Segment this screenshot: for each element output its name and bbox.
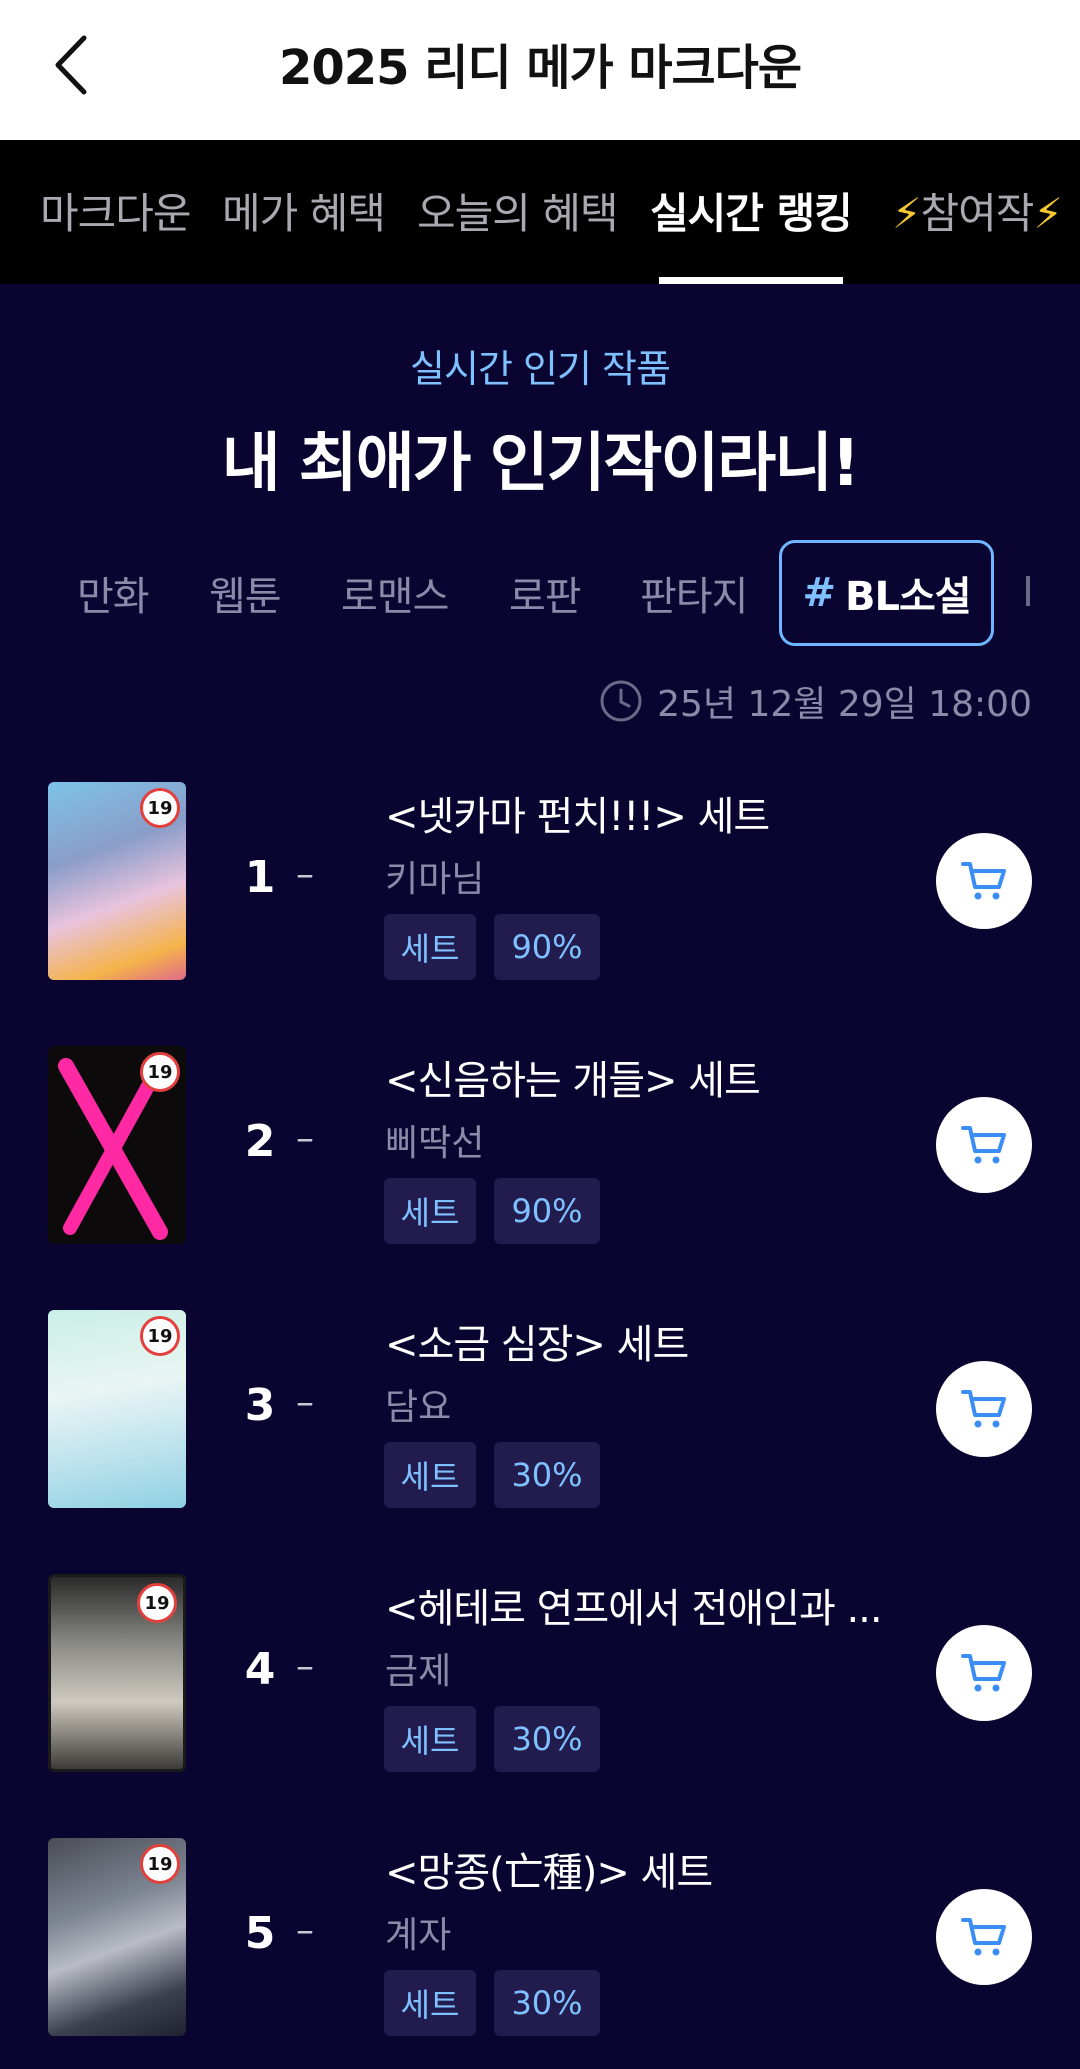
ranking-row[interactable]: 19 3 – <소금 심장> 세트 담요 세트 30% [0, 1310, 1080, 1510]
category-romance[interactable]: 로맨스 [341, 564, 449, 622]
rank-change: – [296, 1382, 314, 1423]
lightning-icon: ⚡ [892, 189, 921, 238]
section-subtitle: 실시간 인기 작품 [410, 347, 671, 391]
tab-participating-works[interactable]: ⚡참여작⚡ [892, 180, 1063, 241]
book-cover[interactable]: 19 [48, 1046, 186, 1244]
book-cover[interactable]: 19 [48, 1310, 186, 1508]
tab-realtime-ranking[interactable]: 실시간 랭킹 [650, 180, 853, 241]
add-to-cart-button[interactable] [936, 1889, 1032, 1985]
section-title: 내 최애가 인기작이라니! [221, 427, 861, 501]
tab-mega-benefits[interactable]: 메가 혜택 [222, 180, 386, 241]
category-webtoon[interactable]: 웹툰 [209, 564, 282, 622]
add-to-cart-button[interactable] [936, 833, 1032, 929]
clock-icon [600, 680, 642, 722]
cart-icon [961, 1390, 1006, 1428]
rank-number: 4 [244, 1644, 276, 1695]
book-title[interactable]: <헤테로 연프에서 전애인과 ... [385, 1576, 885, 1634]
tab-today-benefits[interactable]: 오늘의 혜택 [417, 180, 619, 241]
page-title: 2025 리디 메가 마크다운 [278, 40, 802, 96]
book-cover[interactable]: 19 [48, 782, 186, 980]
lightning-icon: ⚡ [1033, 189, 1062, 238]
set-tag: 세트 [384, 914, 476, 980]
tab-markdown[interactable]: 마크다운 [40, 180, 192, 241]
ranking-timestamp: 25년 12월 29일 18:00 [599, 678, 1032, 725]
ranking-row[interactable]: 19 1 – <넷카마 펀치!!!> 세트 키마님 세트 90% [0, 782, 1080, 982]
book-author: 계자 [385, 1915, 452, 1956]
category-overflow-indicator [1026, 576, 1030, 606]
category-comics[interactable]: 만화 [77, 564, 150, 622]
book-author: 키마님 [385, 859, 485, 900]
category-bl-novel[interactable]: # BL소설 [779, 540, 994, 646]
ranking-row[interactable]: 19 5 – <망종(亡種)> 세트 계자 세트 30% [0, 1838, 1080, 2038]
hash-symbol: # [802, 570, 836, 616]
discount-tag: 30% [494, 1442, 600, 1508]
tab-participating-label: 참여작 [920, 189, 1035, 238]
cart-icon [961, 1918, 1006, 1956]
book-title[interactable]: <넷카마 펀치!!!> 세트 [385, 784, 885, 842]
category-romance-fantasy[interactable]: 로판 [509, 564, 582, 622]
cart-icon [961, 1126, 1006, 1164]
rank-number: 3 [244, 1380, 276, 1431]
book-author: 금제 [385, 1651, 452, 1692]
discount-tag: 30% [494, 1706, 600, 1772]
category-bl-novel-label: BL소설 [844, 574, 972, 620]
rank-number: 2 [244, 1116, 276, 1167]
age-19-badge: 19 [140, 1316, 180, 1356]
set-tag: 세트 [384, 1706, 476, 1772]
book-title[interactable]: <망종(亡種)> 세트 [385, 1840, 885, 1898]
cart-icon [961, 862, 1006, 900]
set-tag: 세트 [384, 1178, 476, 1244]
discount-tag: 30% [494, 1970, 600, 2036]
ranking-row[interactable]: 19 4 – <헤테로 연프에서 전애인과 ... 금제 세트 30% [0, 1574, 1080, 1774]
book-author: 담요 [385, 1387, 452, 1428]
discount-tag: 90% [494, 1178, 600, 1244]
rank-change: – [296, 854, 314, 895]
rank-change: – [296, 1118, 314, 1159]
category-fantasy[interactable]: 판타지 [640, 564, 748, 622]
age-19-badge: 19 [140, 1052, 180, 1092]
add-to-cart-button[interactable] [936, 1625, 1032, 1721]
ranking-row[interactable]: 19 2 – <신음하는 개들> 세트 삐딱선 세트 90% [0, 1046, 1080, 1246]
book-title[interactable]: <소금 심장> 세트 [385, 1312, 885, 1370]
age-19-badge: 19 [137, 1583, 177, 1623]
add-to-cart-button[interactable] [936, 1361, 1032, 1457]
book-title[interactable]: <신음하는 개들> 세트 [385, 1048, 885, 1106]
cart-icon [961, 1654, 1006, 1692]
book-cover[interactable]: 19 [48, 1574, 186, 1772]
set-tag: 세트 [384, 1442, 476, 1508]
add-to-cart-button[interactable] [936, 1097, 1032, 1193]
rank-number: 1 [244, 852, 276, 903]
discount-tag: 90% [494, 914, 600, 980]
set-tag: 세트 [384, 1970, 476, 2036]
book-author: 삐딱선 [385, 1123, 485, 1164]
top-app-bar: 2025 리디 메가 마크다운 [0, 0, 1080, 140]
timestamp-text: 25년 12월 29일 18:00 [657, 684, 1032, 725]
event-tab-bar: 마크다운 메가 혜택 오늘의 혜택 실시간 랭킹 ⚡참여작⚡ [0, 140, 1080, 284]
rank-number: 5 [244, 1908, 276, 1959]
age-19-badge: 19 [140, 788, 180, 828]
book-cover[interactable]: 19 [48, 1838, 186, 2036]
age-19-badge: 19 [140, 1844, 180, 1884]
rank-change: – [296, 1910, 314, 1951]
rank-change: – [296, 1646, 314, 1687]
active-tab-indicator [659, 277, 843, 284]
